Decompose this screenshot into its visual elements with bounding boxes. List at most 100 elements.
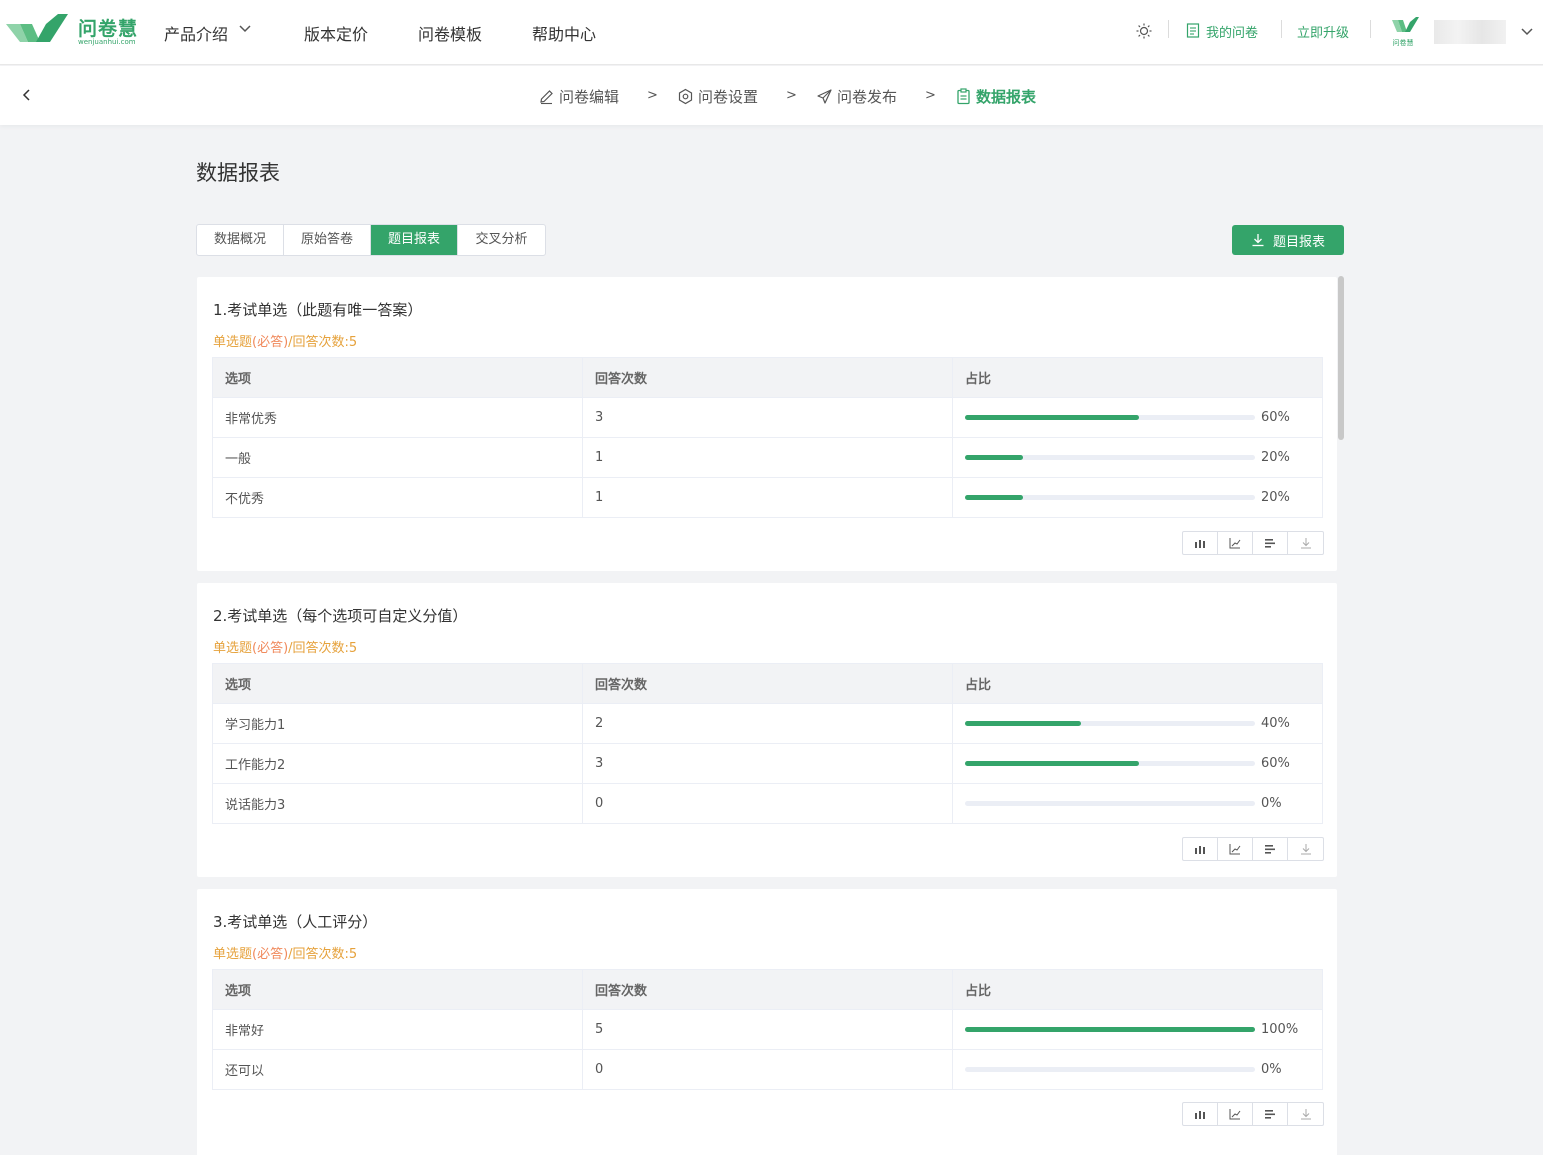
chart-type-toolbar	[1182, 531, 1324, 555]
line-chart-icon	[1229, 844, 1241, 855]
line-chart-icon	[1229, 538, 1241, 549]
step-settings-label: 问卷设置	[698, 88, 759, 106]
export-report-button[interactable]: 题目报表	[1232, 225, 1344, 255]
document-icon	[1186, 23, 1200, 38]
step-settings[interactable]: 问卷设置	[677, 86, 758, 107]
option-label: 一般	[212, 437, 583, 478]
answer-count: 1	[582, 477, 953, 518]
tab-data-overview[interactable]: 数据概况	[197, 225, 284, 255]
step-publish[interactable]: 问卷发布	[816, 86, 897, 107]
horizontal-bar-button[interactable]	[1253, 1103, 1288, 1125]
step-separator: >	[786, 88, 797, 103]
chevron-down-icon[interactable]	[238, 21, 252, 35]
progress-bar: 20%	[965, 490, 1322, 505]
question-title: 2.考试单选（每个选项可自定义分值）	[213, 607, 468, 625]
col-header-ratio: 占比	[952, 969, 1323, 1010]
bar-chart-button[interactable]	[1183, 1103, 1218, 1125]
bar-chart-button[interactable]	[1183, 838, 1218, 860]
col-header-option: 选项	[212, 663, 583, 704]
bar-chart-button[interactable]	[1183, 532, 1218, 554]
col-header-ratio: 占比	[952, 663, 1323, 704]
progress-bar: 100%	[965, 1022, 1322, 1037]
table-row: 不优秀 1 20%	[212, 477, 1323, 518]
horizontal-bar-button[interactable]	[1253, 532, 1288, 554]
answer-count: 0	[582, 1049, 953, 1090]
progress-fill	[965, 495, 1023, 500]
bar-chart-icon	[1195, 846, 1205, 854]
line-chart-button[interactable]	[1218, 1103, 1253, 1125]
question-required: (必答)	[252, 335, 289, 350]
step-edit[interactable]: 问卷编辑	[538, 86, 619, 107]
line-chart-button[interactable]	[1218, 838, 1253, 860]
send-icon	[817, 89, 832, 104]
col-header-ratio: 占比	[952, 357, 1323, 398]
progress-track	[965, 1027, 1255, 1032]
question-type: 单选题	[213, 641, 253, 656]
avatar[interactable]: 问卷慧	[1390, 16, 1420, 47]
brand-name: 问卷慧	[78, 18, 139, 40]
page-title: 数据报表	[196, 161, 280, 185]
question-report-list[interactable]: 1.考试单选（此题有唯一答案） 单选题(必答)/回答次数:5 选项 回答次数 占比 非常优…	[196, 276, 1344, 1155]
nav-templates[interactable]: 问卷模板	[418, 21, 482, 45]
option-stats-table: 选项 回答次数 占比 学习能力1 2 40% 工作能力2 3 60% 说话能力3 0 0%	[212, 663, 1323, 824]
tab-cross-analysis[interactable]: 交叉分析	[458, 225, 545, 255]
nav-help-center[interactable]: 帮助中心	[532, 21, 596, 45]
ratio-percent: 40%	[1261, 716, 1290, 731]
tab-raw-answers[interactable]: 原始答卷	[284, 225, 371, 255]
progress-track	[965, 1067, 1255, 1072]
horizontal-bar-icon	[1265, 539, 1275, 548]
divider	[1168, 20, 1169, 38]
ratio-percent: 60%	[1261, 410, 1290, 425]
brand-logo[interactable]: 问卷慧 wenjuanhui.com	[6, 12, 146, 52]
ratio-percent: 20%	[1261, 490, 1290, 505]
answer-count: 3	[582, 743, 953, 784]
progress-fill	[965, 415, 1139, 420]
answer-count: 0	[582, 783, 953, 824]
chart-type-toolbar	[1182, 837, 1324, 861]
question-meta: 单选题(必答)/回答次数:5	[213, 637, 357, 656]
my-surveys-link[interactable]: 我的问卷	[1206, 22, 1258, 41]
horizontal-bar-icon	[1265, 1110, 1275, 1119]
progress-bar: 40%	[965, 716, 1322, 731]
option-stats-table: 选项 回答次数 占比 非常好 5 100% 还可以 0 0%	[212, 969, 1323, 1090]
table-row: 一般 1 20%	[212, 437, 1323, 478]
progress-bar: 0%	[965, 796, 1322, 811]
option-label: 说话能力3	[212, 783, 583, 824]
export-report-label: 题目报表	[1272, 234, 1325, 250]
nav-pricing[interactable]: 版本定价	[304, 21, 368, 45]
line-chart-button[interactable]	[1218, 532, 1253, 554]
back-arrow-icon[interactable]	[18, 86, 36, 104]
gear-icon	[678, 88, 693, 105]
table-row: 非常优秀 3 60%	[212, 397, 1323, 438]
col-header-count: 回答次数	[582, 357, 953, 398]
ratio-cell: 20%	[952, 477, 1323, 518]
step-report[interactable]: 数据报表	[955, 86, 1036, 107]
step-separator: >	[925, 88, 936, 103]
chart-type-toolbar	[1182, 1102, 1324, 1126]
tab-question-report[interactable]: 题目报表	[371, 225, 458, 255]
pencil-icon	[540, 90, 553, 105]
clipboard-icon	[957, 88, 970, 105]
theme-sun-icon[interactable]	[1136, 23, 1152, 39]
step-report-label: 数据报表	[976, 88, 1037, 106]
table-row: 非常好 5 100%	[212, 1009, 1323, 1050]
download-button[interactable]	[1288, 1103, 1323, 1125]
ratio-cell: 60%	[952, 397, 1323, 438]
chevron-down-icon[interactable]	[1520, 24, 1534, 38]
scrollbar-thumb[interactable]	[1338, 276, 1344, 440]
username-redacted[interactable]	[1434, 20, 1506, 44]
avatar-label: 问卷慧	[1392, 39, 1414, 47]
nav-product-intro[interactable]: 产品介绍	[164, 21, 228, 45]
download-button[interactable]	[1288, 838, 1323, 860]
question-type: 单选题	[213, 335, 253, 350]
progress-track	[965, 801, 1255, 806]
upgrade-link[interactable]: 立即升级	[1297, 22, 1349, 41]
download-button[interactable]	[1288, 532, 1323, 554]
ratio-cell: 20%	[952, 437, 1323, 478]
progress-fill	[965, 455, 1023, 460]
divider	[1370, 20, 1371, 38]
bar-chart-icon	[1195, 1111, 1205, 1119]
ratio-cell: 100%	[952, 1009, 1323, 1050]
progress-bar: 20%	[965, 450, 1322, 465]
horizontal-bar-button[interactable]	[1253, 838, 1288, 860]
